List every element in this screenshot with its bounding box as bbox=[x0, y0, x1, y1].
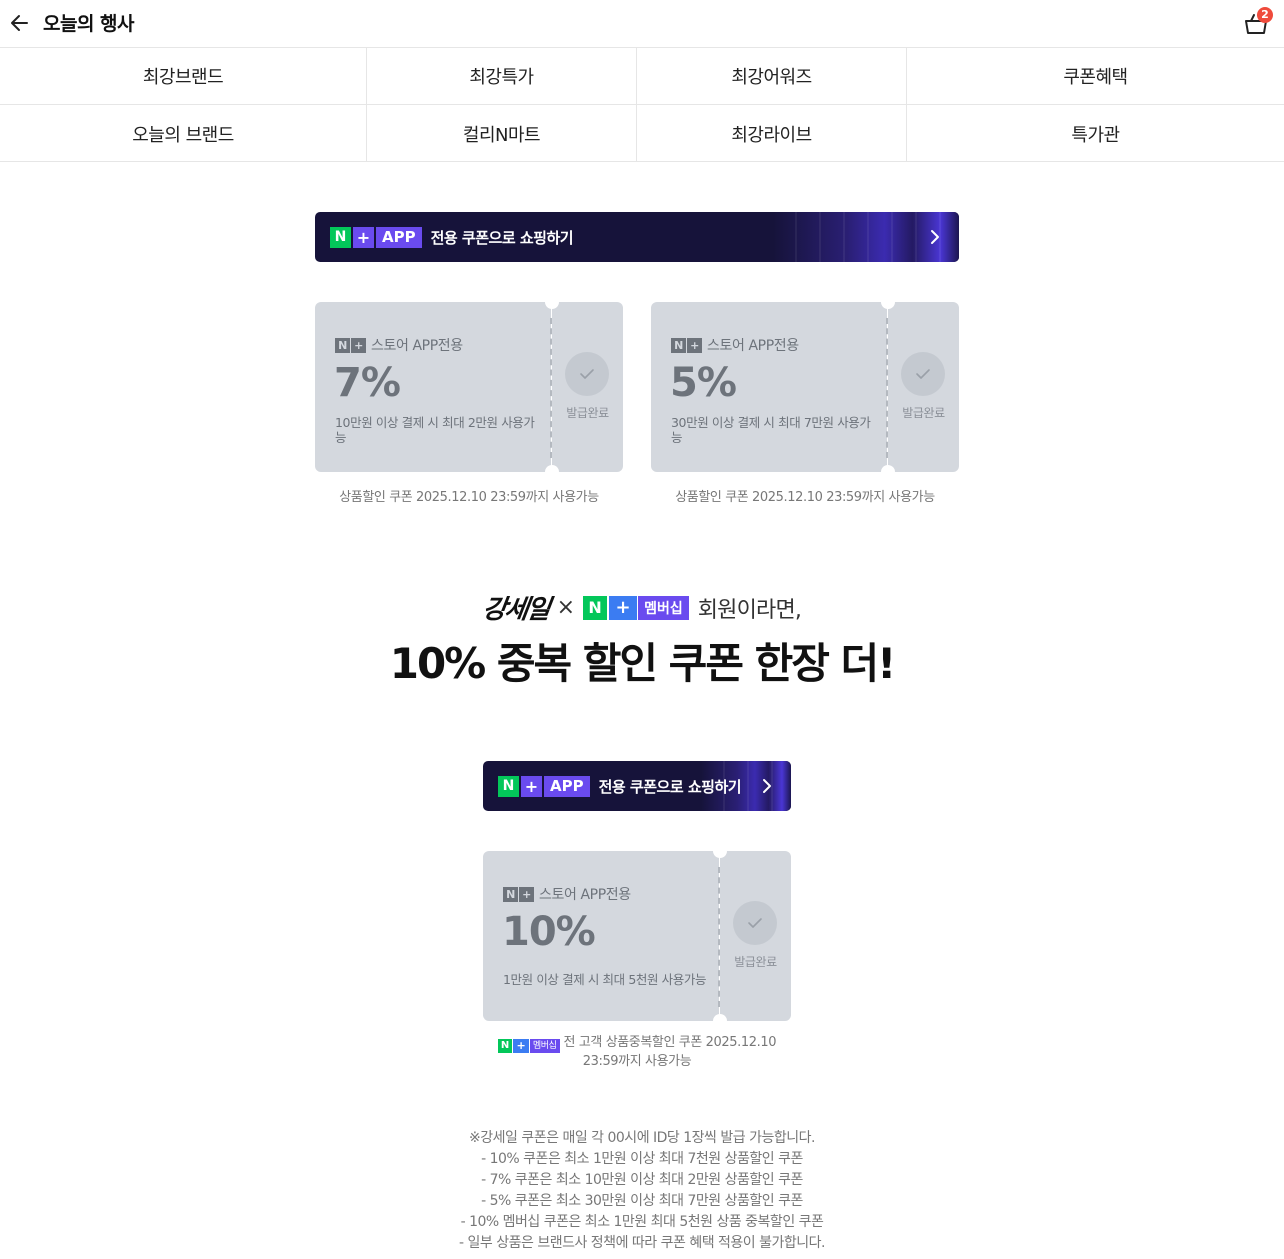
membership-coupon-card[interactable]: N + 스토어 APP전용 10% 1만원 이상 결제 시 최대 5천원 사용가능… bbox=[483, 851, 791, 1021]
issued-status: 발급완료 bbox=[734, 955, 777, 969]
nav-item-coupon-benefit[interactable]: 쿠폰혜택 bbox=[907, 48, 1284, 105]
check-icon bbox=[901, 352, 945, 396]
member-suffix-text: 회원이라면, bbox=[697, 597, 802, 623]
naver-n-badge: N bbox=[498, 775, 519, 797]
plus-icon: + bbox=[351, 337, 366, 353]
membership-coupon-footer: N + 멤버십 전 고객 상품중복할인 쿠폰 2025.12.10 23:59까지 … bbox=[483, 1034, 791, 1071]
coupon-divider bbox=[550, 318, 552, 458]
app-badge: APP bbox=[376, 226, 422, 248]
top-header: 오늘의 행사 2 bbox=[0, 0, 1284, 48]
coupon-percent: 10% bbox=[502, 909, 596, 955]
coupon-description: 10만원 이상 결제 시 최대 2만원 사용가능 bbox=[335, 415, 535, 445]
coupon-footer: 상품할인 쿠폰 2025.12.10 23:59까지 사용가능 bbox=[339, 490, 599, 505]
banner-text: 전용 쿠폰으로 쇼핑하기 bbox=[430, 228, 574, 247]
coupon-divider bbox=[886, 318, 888, 458]
naver-n-icon: N bbox=[671, 337, 686, 353]
coupon-divider bbox=[718, 867, 720, 1007]
membership-inline-badge: N + 멤버십 bbox=[497, 1039, 560, 1053]
membership-headline: 10% 중복 할인 쿠폰 한장 더! bbox=[389, 639, 897, 688]
plus-badge: + bbox=[353, 226, 374, 248]
chevron-right-icon bbox=[929, 228, 941, 246]
nav-item-special-deals[interactable]: 특가관 bbox=[907, 105, 1284, 162]
check-icon bbox=[565, 352, 609, 396]
sale-brand-logo: 강세일 bbox=[480, 595, 551, 625]
back-arrow-icon[interactable] bbox=[8, 10, 34, 36]
membership-brand-line: 강세일 × N + 멤버십 회원이라면, bbox=[0, 589, 1284, 626]
coupon-percent: 7% bbox=[334, 360, 401, 406]
coupon-notes: ※강세일 쿠폰은 매일 각 00시에 ID당 1장씩 발급 가능합니다. - 1… bbox=[0, 1128, 1284, 1254]
nav-item-best-deal[interactable]: 최강특가 bbox=[367, 48, 637, 105]
nav-item-best-brand[interactable]: 최강브랜드 bbox=[0, 48, 367, 105]
note-line: - 일부 상품은 브랜드사 정책에 따라 쿠폰 혜택 적용이 불가합니다. bbox=[459, 1235, 825, 1251]
nav-item-today-brand[interactable]: 오늘의 브랜드 bbox=[0, 105, 367, 162]
coupon-percent: 5% bbox=[670, 360, 737, 406]
note-line: - 5% 쿠폰은 최소 30만원 이상 최대 7만원 상품할인 쿠폰 bbox=[481, 1193, 803, 1209]
app-coupon-banner[interactable]: N + APP 전용 쿠폰으로 쇼핑하기 bbox=[315, 212, 959, 262]
naver-n-icon: N bbox=[503, 886, 518, 902]
app-badge: APP bbox=[544, 775, 590, 797]
note-line: - 10% 쿠폰은 최소 1만원 이상 최대 7천원 상품할인 쿠폰 bbox=[481, 1151, 803, 1167]
coupon-card[interactable]: N + 스토어 APP전용 5% 30만원 이상 결제 시 최대 7만원 사용가능… bbox=[651, 302, 959, 472]
note-line: - 7% 쿠폰은 최소 10만원 이상 최대 2만원 상품할인 쿠폰 bbox=[481, 1172, 803, 1188]
naver-n-badge: N bbox=[330, 226, 351, 248]
coupon-card[interactable]: N + 스토어 APP전용 7% 10만원 이상 결제 시 최대 2만원 사용가능… bbox=[315, 302, 623, 472]
plus-badge: + bbox=[521, 775, 542, 797]
membership-badge: 멤버십 bbox=[638, 595, 689, 620]
coupon-store-label: N + 스토어 APP전용 bbox=[671, 335, 799, 355]
coupon-footer: 상품할인 쿠폰 2025.12.10 23:59까지 사용가능 bbox=[675, 490, 935, 505]
app-coupon-banner[interactable]: N + APP 전용 쿠폰으로 쇼핑하기 bbox=[483, 761, 791, 811]
coupon-description: 30만원 이상 결제 시 최대 7만원 사용가능 bbox=[671, 415, 871, 445]
coupon-store-label: N + 스토어 APP전용 bbox=[503, 884, 631, 904]
plus-icon: + bbox=[519, 886, 534, 902]
chevron-right-icon bbox=[761, 777, 773, 795]
plus-icon: + bbox=[687, 337, 702, 353]
times-symbol: × bbox=[556, 595, 576, 620]
nav-item-live[interactable]: 최강라이브 bbox=[637, 105, 907, 162]
check-icon bbox=[733, 901, 777, 945]
note-line: ※강세일 쿠폰은 매일 각 00시에 ID당 1장씩 발급 가능합니다. bbox=[469, 1130, 815, 1146]
note-line: - 10% 멤버십 쿠폰은 최소 1만원 최대 5천원 상품 중복할인 쿠폰 bbox=[460, 1214, 824, 1230]
issued-status: 발급완료 bbox=[566, 406, 609, 420]
naver-n-icon: N bbox=[335, 337, 350, 353]
nav-item-awards[interactable]: 최강어워즈 bbox=[637, 48, 907, 105]
cart-count-badge: 2 bbox=[1257, 7, 1273, 23]
category-nav: 최강브랜드 최강특가 최강어워즈 쿠폰혜택 오늘의 브랜드 컬리N마트 최강라이… bbox=[0, 48, 1284, 162]
coupon-description: 1만원 이상 결제 시 최대 5천원 사용가능 bbox=[503, 972, 707, 987]
coupon-store-label: N + 스토어 APP전용 bbox=[335, 335, 463, 355]
issued-status: 발급완료 bbox=[902, 406, 945, 420]
page-title: 오늘의 행사 bbox=[43, 13, 135, 35]
nav-item-kurly-n-mart[interactable]: 컬리N마트 bbox=[367, 105, 637, 162]
banner-text: 전용 쿠폰으로 쇼핑하기 bbox=[598, 777, 742, 796]
plus-badge: + bbox=[609, 595, 638, 620]
naver-n-badge: N bbox=[583, 595, 608, 620]
